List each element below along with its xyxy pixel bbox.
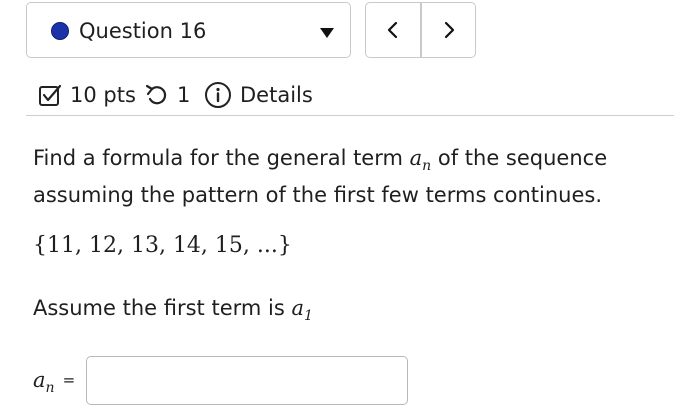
chevron-right-icon bbox=[444, 21, 455, 39]
details-toggle[interactable]: Details bbox=[204, 80, 313, 110]
equals-sign: = bbox=[62, 371, 76, 389]
assumption-text: Assume the first term is a1 bbox=[33, 294, 313, 331]
attempts-info: 1 bbox=[144, 80, 190, 110]
answer-input[interactable] bbox=[86, 356, 408, 405]
first-term-subscript: 1 bbox=[304, 308, 313, 324]
question-selector[interactable]: Question 16 bbox=[26, 2, 351, 58]
attempts-count: 1 bbox=[177, 83, 191, 107]
first-term-variable: a1 bbox=[291, 296, 312, 324]
checkbox-check-icon bbox=[39, 84, 62, 106]
answer-var-base: a bbox=[33, 368, 46, 392]
retry-icon bbox=[145, 84, 167, 105]
question-status-dot bbox=[51, 22, 69, 40]
question-meta: 10 pts 1 Details bbox=[38, 80, 438, 110]
term-base: a bbox=[409, 146, 423, 170]
assumption-sentence: Assume the first term is bbox=[33, 296, 292, 320]
question-nav bbox=[365, 2, 476, 58]
points-info: 10 pts bbox=[38, 80, 136, 110]
answer-var-subscript: n bbox=[45, 380, 55, 396]
answer-variable: an bbox=[33, 368, 55, 396]
details-label: Details bbox=[240, 83, 313, 107]
question-label: Question 16 bbox=[79, 19, 207, 43]
term-subscript: n bbox=[422, 158, 432, 174]
question-prompt: Find a formula for the general term an o… bbox=[33, 144, 653, 210]
previous-question-button[interactable] bbox=[366, 3, 420, 57]
sequence-display: {11, 12, 13, 14, 15, ...} bbox=[33, 233, 292, 258]
chevron-left-icon bbox=[387, 21, 398, 39]
first-term-base: a bbox=[291, 296, 304, 320]
divider bbox=[26, 115, 674, 116]
points-text: 10 pts bbox=[70, 83, 136, 107]
dropdown-caret-icon bbox=[320, 28, 334, 38]
next-question-button[interactable] bbox=[422, 3, 476, 57]
answer-label: an = bbox=[33, 366, 75, 403]
term-variable: an bbox=[409, 146, 432, 174]
info-icon bbox=[205, 82, 231, 108]
prompt-text-before: Find a formula for the general term bbox=[33, 146, 410, 170]
